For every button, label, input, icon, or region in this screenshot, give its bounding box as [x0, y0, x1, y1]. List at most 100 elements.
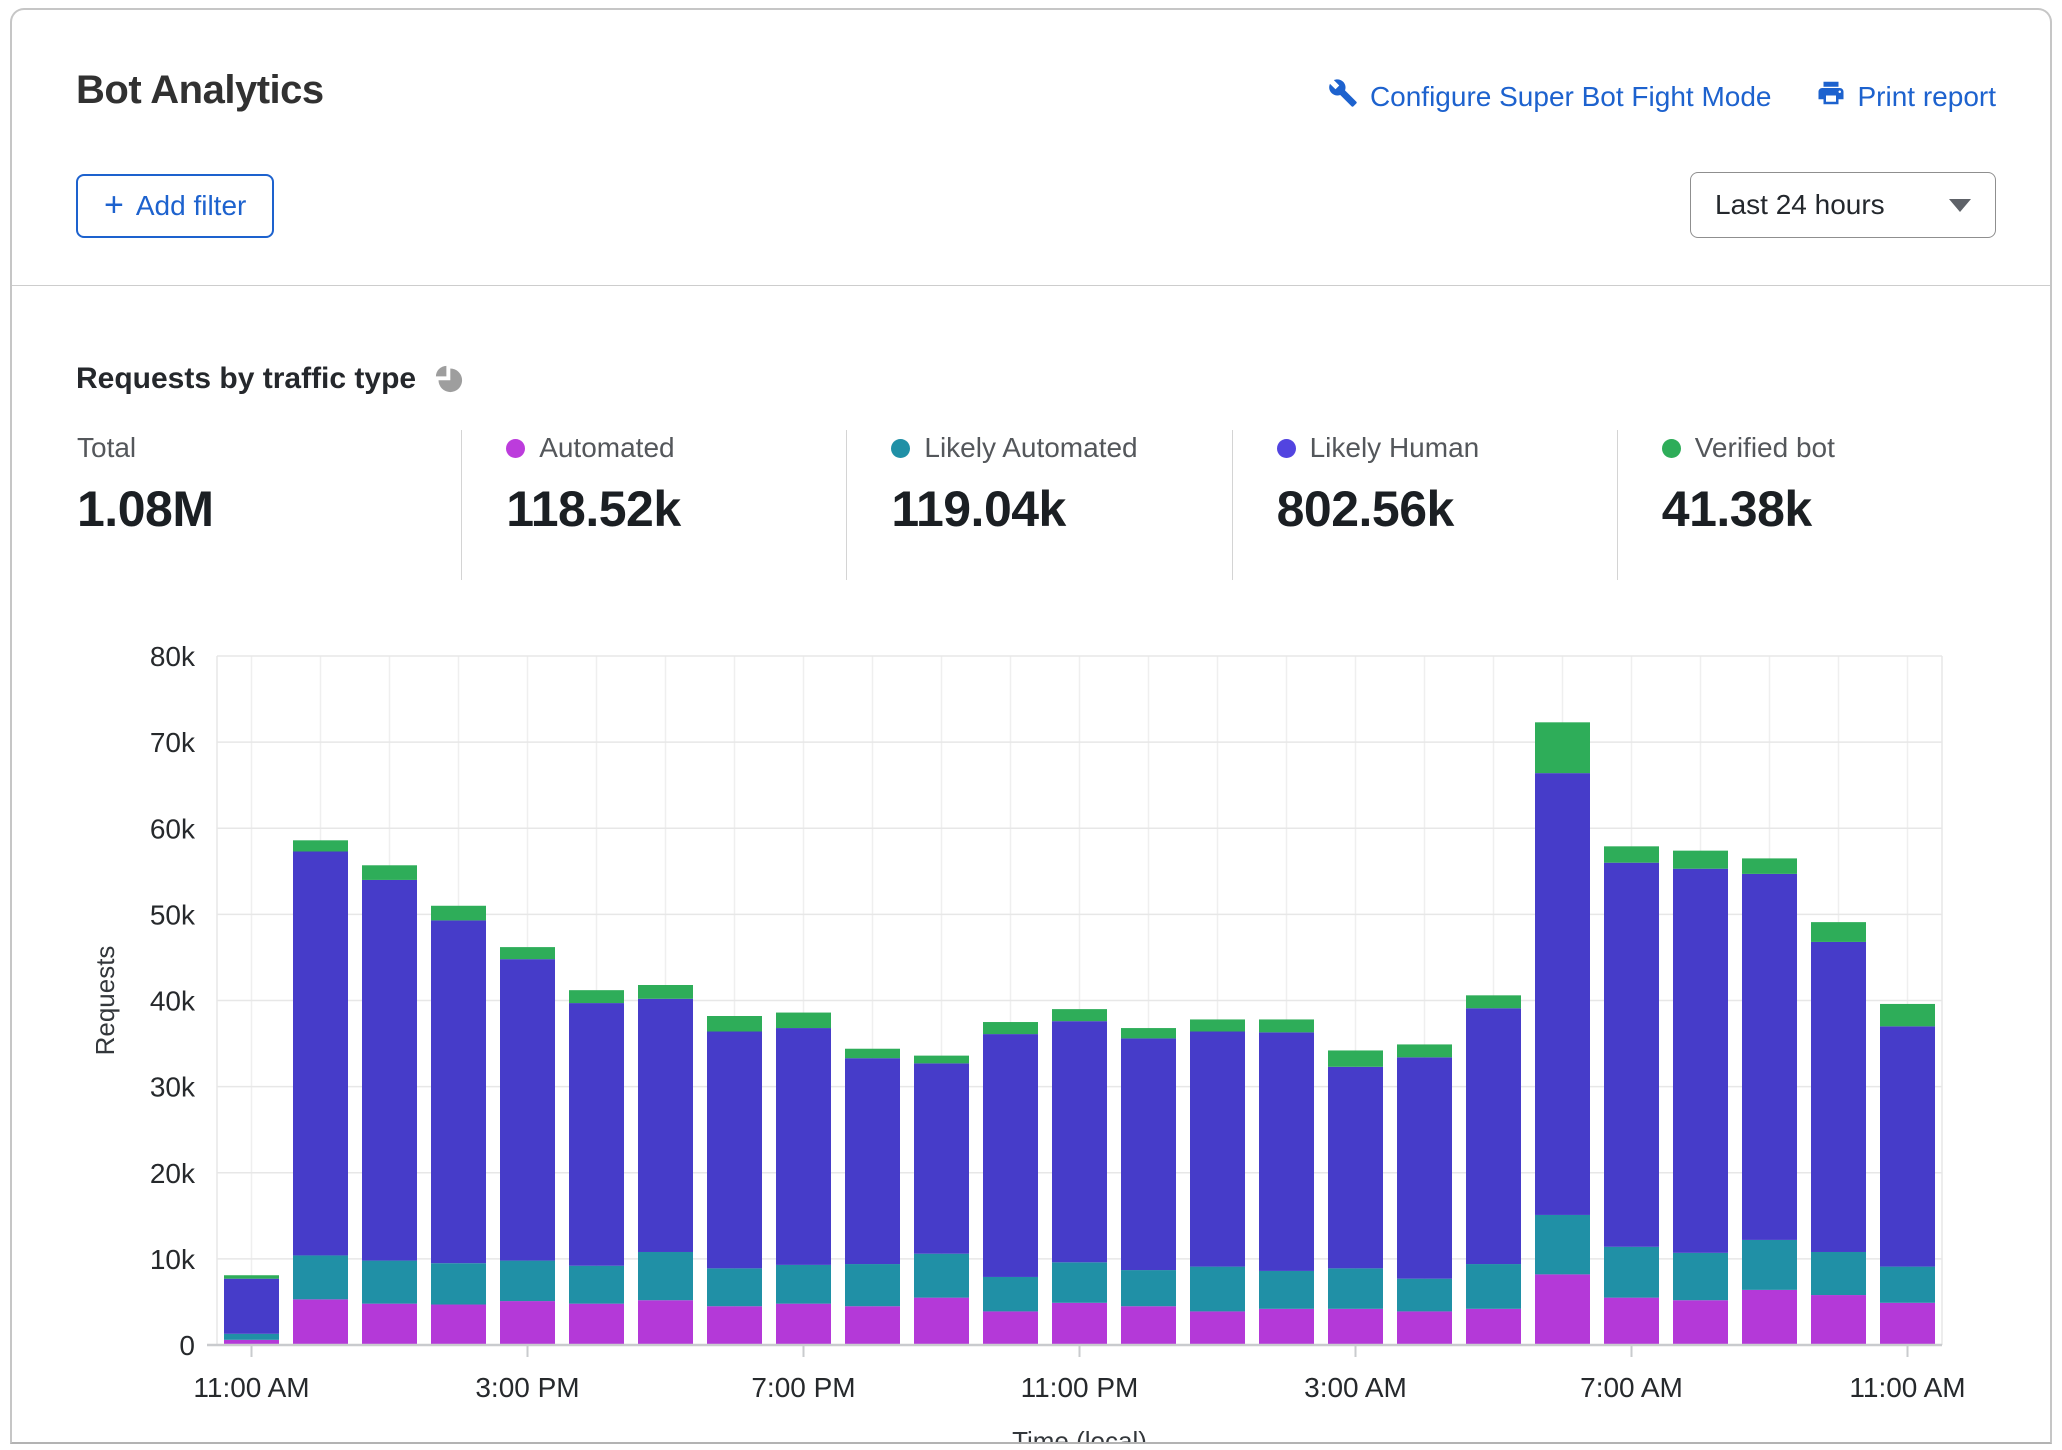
- bar-segment-likely-human[interactable]: [707, 1032, 762, 1269]
- bar-segment-verified-bot[interactable]: [1052, 1009, 1107, 1021]
- bar-segment-automated[interactable]: [1328, 1309, 1383, 1345]
- bar-segment-automated[interactable]: [1259, 1309, 1314, 1345]
- bar-segment-likely-human[interactable]: [1673, 869, 1728, 1253]
- bar-segment-automated[interactable]: [500, 1301, 555, 1345]
- bar-segment-likely-automated[interactable]: [776, 1265, 831, 1304]
- bar-segment-verified-bot[interactable]: [638, 985, 693, 999]
- bar-segment-automated[interactable]: [1397, 1311, 1452, 1345]
- bar-segment-likely-human[interactable]: [1328, 1067, 1383, 1269]
- bar-segment-automated[interactable]: [1673, 1300, 1728, 1345]
- bar-segment-verified-bot[interactable]: [1397, 1044, 1452, 1057]
- bar-segment-verified-bot[interactable]: [1466, 995, 1521, 1008]
- bar-segment-verified-bot[interactable]: [1742, 858, 1797, 874]
- bar-segment-likely-human[interactable]: [1121, 1038, 1176, 1270]
- bar-segment-verified-bot[interactable]: [1259, 1019, 1314, 1032]
- print-report-link[interactable]: Print report: [1816, 78, 1997, 115]
- bar-segment-likely-automated[interactable]: [1535, 1215, 1590, 1274]
- bar-segment-likely-automated[interactable]: [1604, 1247, 1659, 1298]
- bar-segment-verified-bot[interactable]: [569, 990, 624, 1003]
- bar-segment-likely-automated[interactable]: [1121, 1270, 1176, 1306]
- bar-segment-automated[interactable]: [1811, 1295, 1866, 1345]
- bar-segment-automated[interactable]: [293, 1299, 348, 1345]
- bar-segment-automated[interactable]: [1880, 1303, 1935, 1345]
- bar-segment-likely-automated[interactable]: [1190, 1267, 1245, 1312]
- bar-segment-automated[interactable]: [707, 1306, 762, 1345]
- bar-segment-likely-human[interactable]: [293, 852, 348, 1256]
- bar-segment-automated[interactable]: [1190, 1311, 1245, 1345]
- requests-by-traffic-type-chart[interactable]: 010k20k30k40k50k60k70k80k11:00 AM3:00 PM…: [12, 602, 2054, 1442]
- bar-segment-verified-bot[interactable]: [1190, 1019, 1245, 1031]
- bar-segment-likely-automated[interactable]: [500, 1261, 555, 1301]
- bar-segment-verified-bot[interactable]: [500, 947, 555, 959]
- configure-super-bot-fight-mode-link[interactable]: Configure Super Bot Fight Mode: [1328, 78, 1772, 115]
- bar-segment-likely-automated[interactable]: [638, 1252, 693, 1300]
- bar-segment-verified-bot[interactable]: [1535, 722, 1590, 773]
- bar-segment-verified-bot[interactable]: [1673, 851, 1728, 869]
- bar-segment-likely-automated[interactable]: [983, 1277, 1038, 1311]
- bar-segment-automated[interactable]: [638, 1300, 693, 1345]
- stat-likely-automated[interactable]: Likely Automated119.04k: [846, 430, 1231, 580]
- bar-segment-likely-automated[interactable]: [1673, 1253, 1728, 1300]
- bar-segment-likely-human[interactable]: [983, 1034, 1038, 1277]
- bar-segment-verified-bot[interactable]: [707, 1016, 762, 1032]
- time-range-select[interactable]: Last 24 hours: [1690, 172, 1996, 238]
- bar-segment-automated[interactable]: [845, 1306, 900, 1345]
- bar-segment-likely-automated[interactable]: [362, 1261, 417, 1304]
- bar-segment-verified-bot[interactable]: [776, 1013, 831, 1029]
- bar-segment-likely-automated[interactable]: [431, 1263, 486, 1304]
- bar-segment-likely-human[interactable]: [500, 959, 555, 1260]
- stat-verified-bot[interactable]: Verified bot41.38k: [1617, 430, 2002, 580]
- bar-segment-likely-human[interactable]: [1397, 1057, 1452, 1278]
- bar-segment-likely-automated[interactable]: [1397, 1279, 1452, 1312]
- stat-likely-human[interactable]: Likely Human802.56k: [1232, 430, 1617, 580]
- bar-segment-likely-human[interactable]: [1190, 1032, 1245, 1267]
- bar-segment-likely-automated[interactable]: [1052, 1262, 1107, 1302]
- bar-segment-verified-bot[interactable]: [293, 840, 348, 851]
- bar-segment-likely-human[interactable]: [1811, 942, 1866, 1252]
- bar-segment-likely-automated[interactable]: [293, 1255, 348, 1299]
- bar-segment-likely-automated[interactable]: [569, 1266, 624, 1304]
- bar-segment-likely-automated[interactable]: [1742, 1240, 1797, 1290]
- bar-segment-likely-human[interactable]: [1604, 863, 1659, 1247]
- stat-automated[interactable]: Automated118.52k: [461, 430, 846, 580]
- bar-segment-likely-automated[interactable]: [1466, 1264, 1521, 1309]
- bar-segment-likely-human[interactable]: [1259, 1032, 1314, 1271]
- bar-segment-verified-bot[interactable]: [362, 865, 417, 880]
- bar-segment-likely-human[interactable]: [845, 1058, 900, 1264]
- bar-segment-likely-automated[interactable]: [1811, 1252, 1866, 1295]
- bar-segment-verified-bot[interactable]: [1328, 1050, 1383, 1066]
- bar-segment-automated[interactable]: [1466, 1309, 1521, 1345]
- bar-segment-likely-human[interactable]: [1052, 1021, 1107, 1262]
- bar-segment-likely-automated[interactable]: [1880, 1267, 1935, 1303]
- bar-segment-likely-automated[interactable]: [1328, 1268, 1383, 1308]
- bar-segment-likely-human[interactable]: [914, 1063, 969, 1253]
- bar-segment-likely-human[interactable]: [224, 1279, 279, 1334]
- bar-segment-likely-automated[interactable]: [1259, 1271, 1314, 1309]
- bar-segment-likely-human[interactable]: [1742, 874, 1797, 1240]
- bar-segment-automated[interactable]: [1604, 1298, 1659, 1345]
- add-filter-button[interactable]: + Add filter: [76, 174, 274, 238]
- bar-segment-likely-human[interactable]: [1466, 1008, 1521, 1264]
- bar-segment-likely-human[interactable]: [431, 920, 486, 1263]
- bar-segment-verified-bot[interactable]: [1811, 922, 1866, 942]
- bar-segment-verified-bot[interactable]: [914, 1056, 969, 1064]
- bar-segment-verified-bot[interactable]: [983, 1022, 1038, 1034]
- bar-segment-automated[interactable]: [431, 1305, 486, 1345]
- bar-segment-likely-automated[interactable]: [224, 1334, 279, 1340]
- bar-segment-verified-bot[interactable]: [1604, 846, 1659, 862]
- bar-segment-automated[interactable]: [1742, 1290, 1797, 1345]
- bar-segment-likely-automated[interactable]: [914, 1254, 969, 1298]
- bar-segment-likely-automated[interactable]: [845, 1264, 900, 1306]
- bar-segment-automated[interactable]: [362, 1304, 417, 1345]
- bar-segment-automated[interactable]: [983, 1311, 1038, 1345]
- bar-segment-likely-human[interactable]: [776, 1028, 831, 1265]
- bar-segment-verified-bot[interactable]: [431, 906, 486, 921]
- bar-segment-verified-bot[interactable]: [1880, 1004, 1935, 1026]
- bar-segment-likely-human[interactable]: [638, 999, 693, 1252]
- bar-segment-verified-bot[interactable]: [224, 1275, 279, 1278]
- bar-segment-automated[interactable]: [1535, 1274, 1590, 1345]
- bar-segment-verified-bot[interactable]: [845, 1049, 900, 1058]
- bar-segment-likely-human[interactable]: [1535, 773, 1590, 1215]
- bar-segment-verified-bot[interactable]: [1121, 1028, 1176, 1038]
- bar-segment-automated[interactable]: [776, 1304, 831, 1345]
